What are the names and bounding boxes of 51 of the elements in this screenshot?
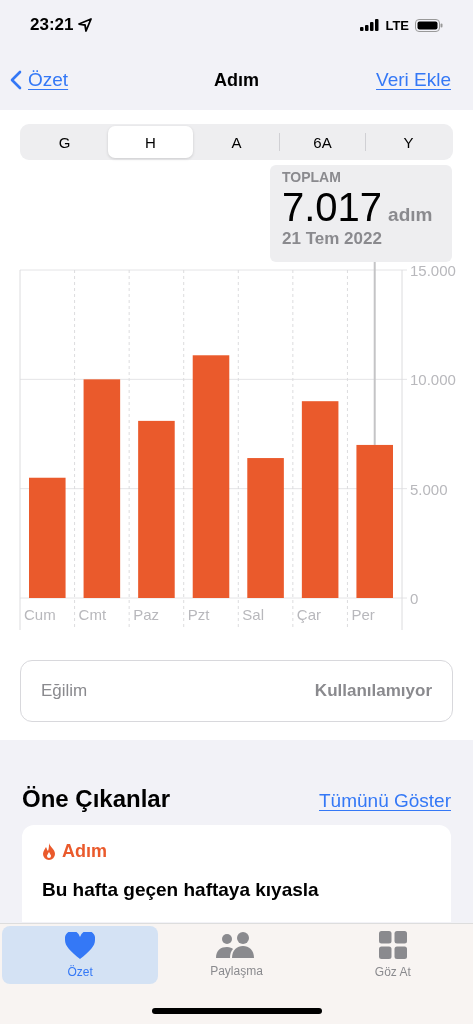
trend-value: Kullanılamıyor xyxy=(314,681,432,701)
highlight-text: Bu hafta geçen haftaya kıyasla xyxy=(42,878,320,902)
battery-icon xyxy=(415,18,443,32)
trend-label: Eğilim xyxy=(41,681,88,701)
back-chevron-icon xyxy=(10,70,22,90)
x-axis-label: Pzt xyxy=(187,606,210,623)
tab-bar-item[interactable]: Özet xyxy=(2,926,159,984)
signal-icon xyxy=(360,19,381,31)
bar[interactable] xyxy=(247,458,284,598)
total-date: 21 Tem 2022 xyxy=(282,229,383,249)
location-arrow-icon xyxy=(78,18,93,32)
add-data-link[interactable]: Veri Ekle xyxy=(376,69,451,91)
segment-tab[interactable]: H xyxy=(108,126,193,158)
bar[interactable] xyxy=(301,401,339,598)
status-time: 23:21 xyxy=(30,15,74,35)
tab-bar-item[interactable]: Göz At xyxy=(314,926,471,984)
segment-tab[interactable]: 6A xyxy=(280,126,365,158)
total-label: TOPLAM xyxy=(282,169,342,185)
y-axis-label: 10.000 xyxy=(410,371,456,389)
total-value: 7.017 xyxy=(282,185,383,229)
total-unit: adım xyxy=(388,204,433,226)
show-all-link[interactable]: Tümünü Göster xyxy=(319,790,451,812)
y-axis-label: 0 xyxy=(410,590,419,607)
trend-card[interactable]: Eğilim Kullanılamıyor xyxy=(20,660,453,722)
x-axis-label: Cmt xyxy=(78,606,107,623)
x-axis-label: Cum xyxy=(24,606,56,623)
x-axis-label: Sal xyxy=(242,606,264,623)
x-axis-label: Paz xyxy=(133,606,159,623)
back-link[interactable]: Özet xyxy=(10,69,69,91)
bar[interactable] xyxy=(356,444,393,598)
section-title: Öne Çıkanlar xyxy=(22,785,171,813)
bar[interactable] xyxy=(192,355,230,598)
y-axis-label: 15.000 xyxy=(410,262,456,279)
highlight-card[interactable]: Adım Bu hafta geçen haftaya kıyasla xyxy=(22,825,451,922)
people-icon xyxy=(216,932,257,958)
bar[interactable] xyxy=(83,379,121,598)
grid-icon xyxy=(378,931,407,959)
flame-icon xyxy=(42,843,56,860)
bar[interactable] xyxy=(29,477,66,598)
bar[interactable] xyxy=(138,420,175,598)
heart-icon xyxy=(65,931,96,959)
segment-tab[interactable]: A xyxy=(194,126,279,158)
segment-tab[interactable]: G xyxy=(22,126,107,158)
network-label: LTE xyxy=(385,17,409,33)
x-axis-label: Çar xyxy=(296,606,322,623)
segment-tab[interactable]: Y xyxy=(366,126,451,158)
x-axis-label: Per xyxy=(351,606,375,623)
y-axis-label: 5.000 xyxy=(410,480,448,498)
highlight-category: Adım xyxy=(62,841,107,862)
tab-bar-item[interactable]: Paylaşma xyxy=(158,926,315,984)
nav-title: Adım xyxy=(214,69,259,91)
